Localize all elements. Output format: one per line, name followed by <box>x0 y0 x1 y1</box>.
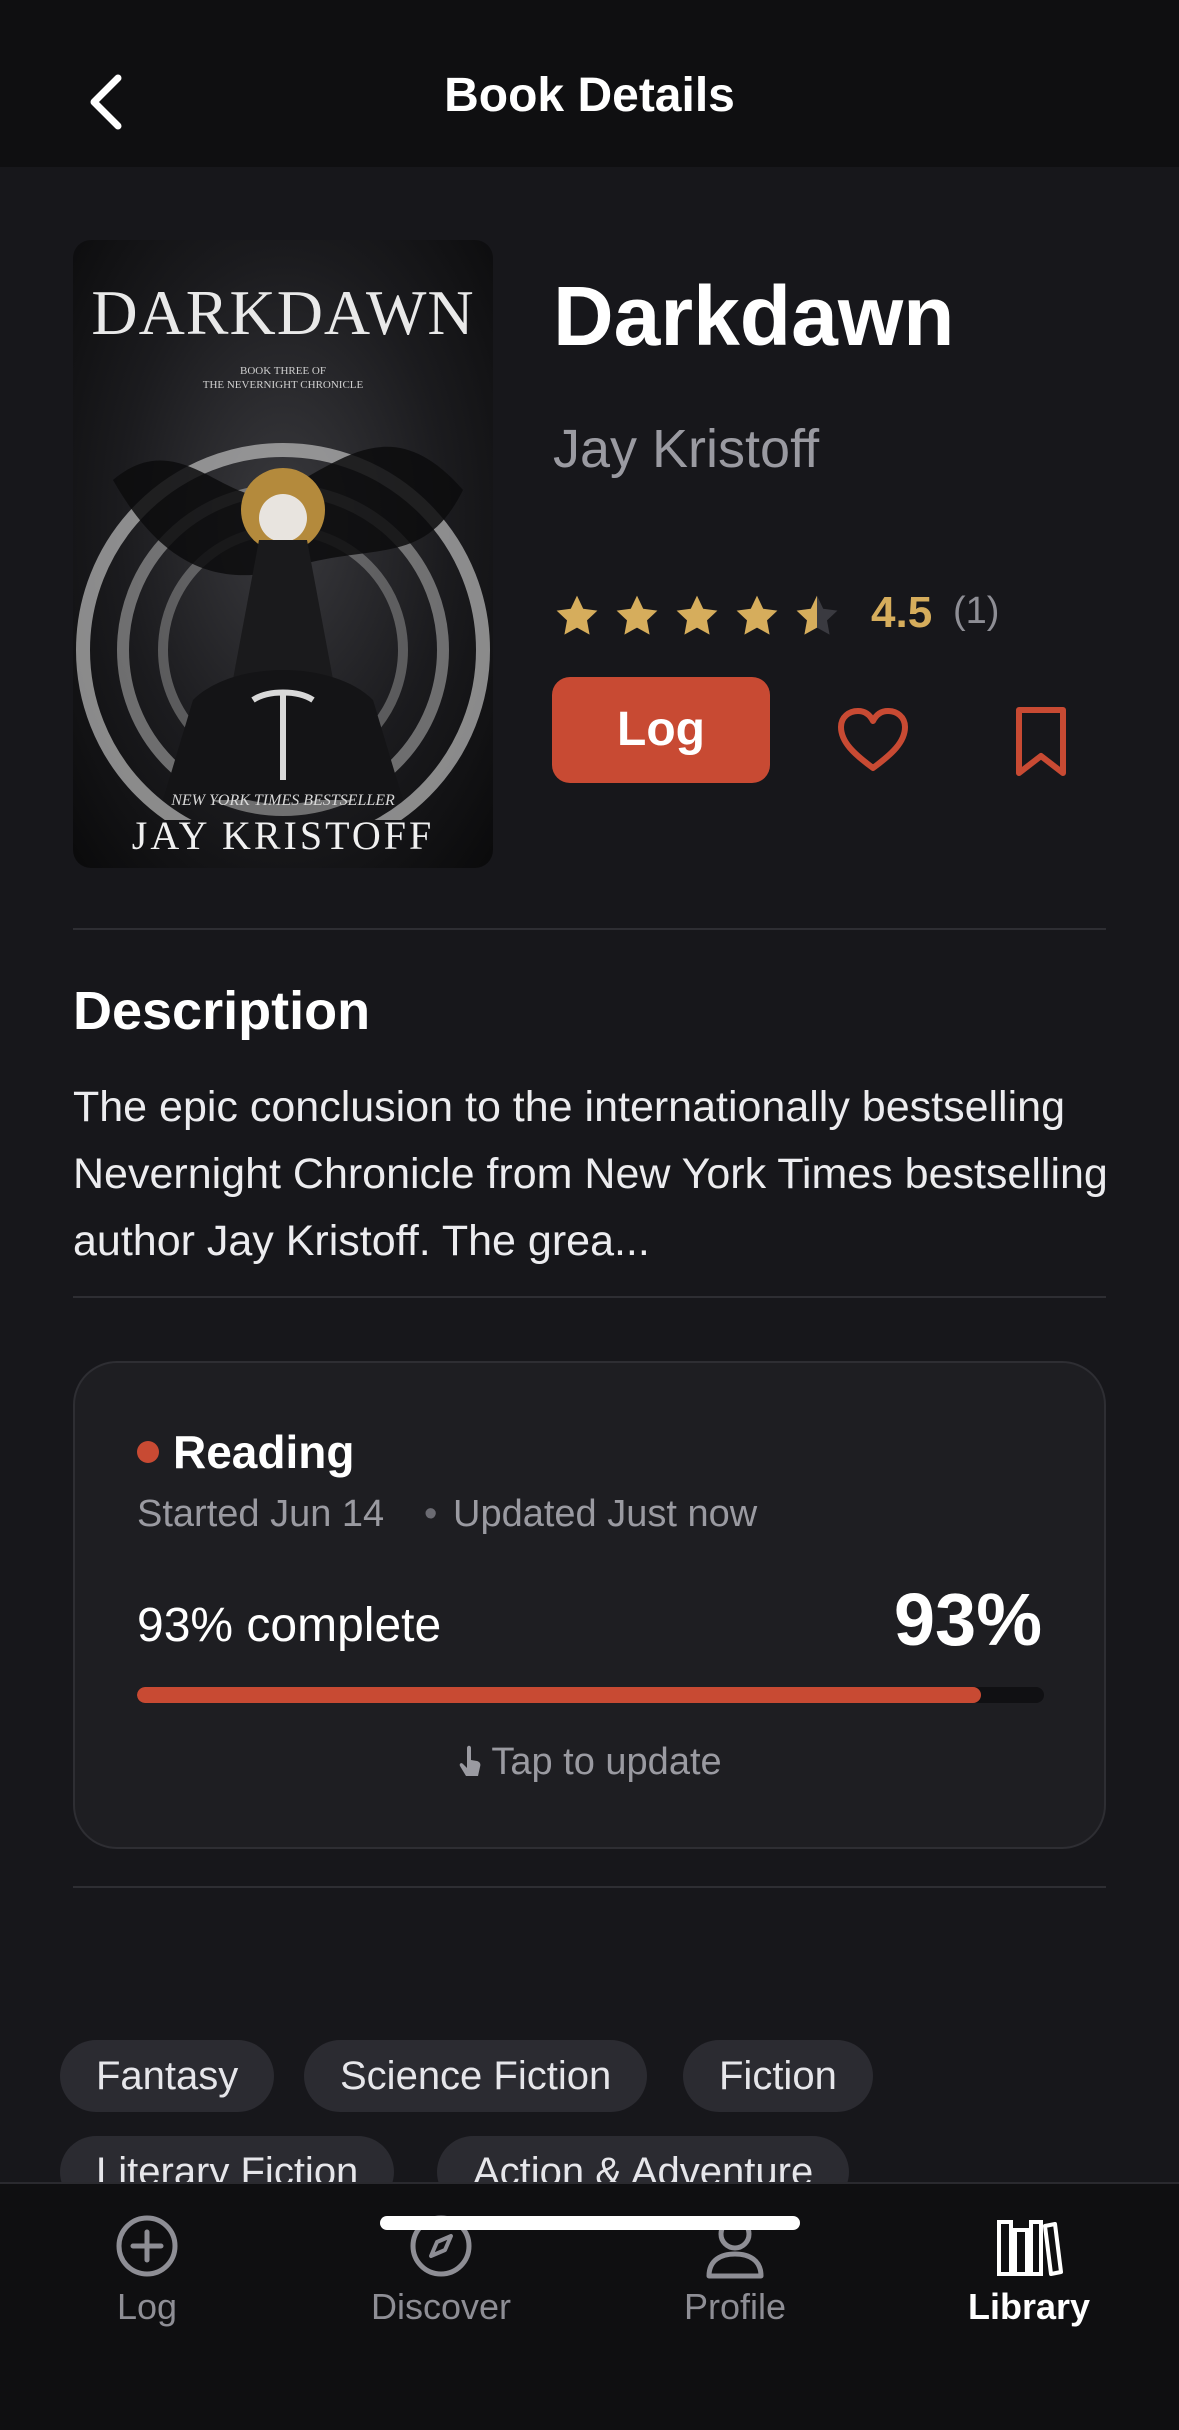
tab-library[interactable]: Library <box>882 2184 1176 2354</box>
reading-status: Reading <box>173 1426 355 1478</box>
cover-subtitle-line: BOOK THREE OF <box>240 365 326 377</box>
percent-label: 93% <box>893 1578 1042 1661</box>
tab-discover[interactable]: Discover <box>294 2184 588 2354</box>
plus-circle-icon <box>116 2215 178 2277</box>
star-icon <box>556 595 598 635</box>
star-icon <box>616 595 658 635</box>
divider <box>73 1296 1106 1298</box>
tab-log[interactable]: Log <box>0 2184 294 2354</box>
genre-tag[interactable]: Science Fiction <box>304 2040 648 2112</box>
star-icon <box>676 595 718 635</box>
divider <box>73 1886 1106 1888</box>
description-heading: Description <box>73 981 371 1041</box>
home-indicator <box>380 2216 800 2230</box>
meta-separator: • <box>424 1493 438 1535</box>
cover-title: DARKDAWN <box>91 277 475 348</box>
library-icon <box>997 2220 1063 2276</box>
rating-count: (1) <box>953 590 1000 632</box>
tab-label: Profile <box>683 2286 787 2327</box>
book-cover: DARKDAWN BOOK THREE OF THE NEVERNIGHT CH… <box>73 240 493 868</box>
book-title: Darkdawn <box>553 269 955 363</box>
tap-label: Tap to update <box>491 1741 722 1783</box>
tap-to-update[interactable]: Tap to update <box>75 1741 1104 1784</box>
status-dot <box>137 1441 159 1463</box>
tab-bar: Log Discover Profile Library <box>0 2182 1179 2430</box>
tap-icon <box>460 1745 481 1776</box>
star-rating <box>556 595 838 635</box>
book-author[interactable]: Jay Kristoff <box>553 418 819 480</box>
tab-label: Log <box>116 2286 178 2327</box>
cover-subtitle: BOOK THREE OF THE NEVERNIGHT CHRONICLE <box>73 364 493 392</box>
bookmark-icon[interactable] <box>1013 706 1069 778</box>
progress-bar <box>137 1687 1044 1703</box>
reading-progress-card[interactable]: Reading Started Jun 14 • Updated Just no… <box>73 1361 1106 1849</box>
description-text[interactable]: The epic conclusion to the international… <box>73 1074 1113 1275</box>
cover-author: JAY KRISTOFF <box>131 813 435 858</box>
started-date: Started Jun 14 <box>137 1493 385 1535</box>
tab-label: Library <box>967 2286 1091 2327</box>
rating-value: 4.5 <box>871 588 933 637</box>
cover-bestseller: NEW YORK TIMES BESTSELLER <box>171 792 395 809</box>
log-button[interactable]: Log <box>552 677 770 783</box>
page-title: Book Details <box>444 69 735 122</box>
heart-icon[interactable] <box>836 706 910 774</box>
top-bar: Book Details <box>0 0 1179 167</box>
tab-profile[interactable]: Profile <box>588 2184 882 2354</box>
genre-tag[interactable]: Fiction <box>683 2040 873 2112</box>
divider <box>73 928 1106 930</box>
complete-label: 93% complete <box>137 1599 442 1652</box>
updated-time: Updated Just now <box>453 1493 758 1535</box>
tab-label: Discover <box>370 2286 512 2327</box>
cover-subtitle-line: THE NEVERNIGHT CHRONICLE <box>202 379 364 391</box>
star-icon <box>736 595 778 635</box>
progress-fill <box>137 1687 981 1703</box>
genre-tag[interactable]: Fantasy <box>60 2040 275 2112</box>
cover-artwork <box>76 443 490 820</box>
